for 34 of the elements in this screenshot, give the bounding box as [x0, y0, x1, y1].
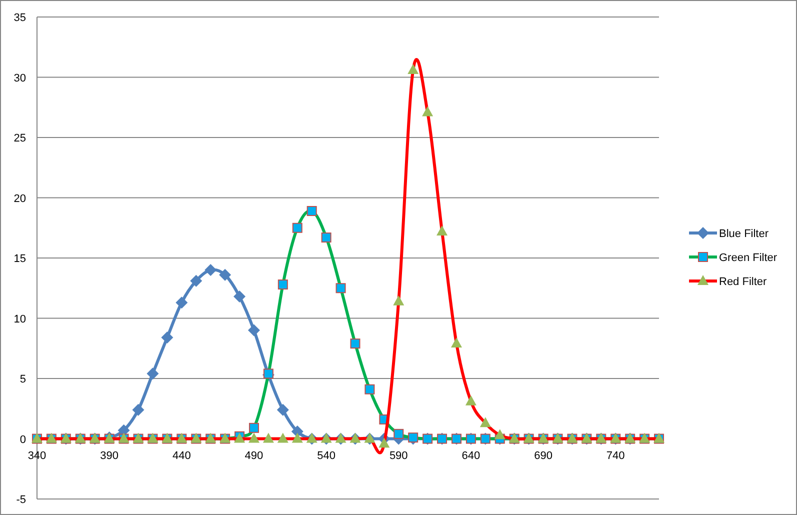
y-tick-label: 0 — [20, 434, 26, 446]
point — [276, 404, 289, 416]
point — [146, 368, 159, 380]
point — [204, 264, 217, 276]
y-tick-label: 5 — [20, 374, 26, 386]
y-tick-label: 35 — [14, 12, 26, 24]
y-tick-label: -5 — [16, 494, 26, 506]
point — [219, 268, 232, 281]
y-tick-label: 15 — [14, 253, 26, 265]
x-tick-label: 340 — [28, 450, 46, 462]
y-tick-label: 10 — [14, 313, 26, 326]
point — [248, 324, 260, 336]
legend-label: Red Filter — [719, 276, 767, 288]
point — [161, 332, 174, 344]
legend-key — [689, 275, 717, 285]
y-tick-label: 25 — [14, 132, 26, 144]
x-tick-label: 690 — [534, 450, 552, 462]
y-tick-label: 20 — [14, 192, 26, 205]
x-tick-label: 740 — [606, 450, 625, 462]
x-tick-label: 390 — [100, 450, 118, 462]
legend-label: Green Filter — [719, 252, 778, 264]
x-tick-label: 590 — [389, 450, 408, 462]
x-tick-label: 540 — [317, 450, 336, 462]
point — [190, 274, 202, 287]
point — [132, 404, 144, 416]
point — [176, 296, 188, 309]
legend-key — [689, 252, 717, 262]
y-tick-label: 30 — [14, 72, 26, 84]
x-tick-label: 640 — [462, 450, 480, 462]
legend-key — [689, 227, 717, 239]
point — [234, 290, 246, 303]
x-tick-label: 440 — [172, 450, 191, 462]
legend-label: Blue Filter — [719, 228, 769, 240]
x-tick-label: 490 — [244, 450, 264, 462]
